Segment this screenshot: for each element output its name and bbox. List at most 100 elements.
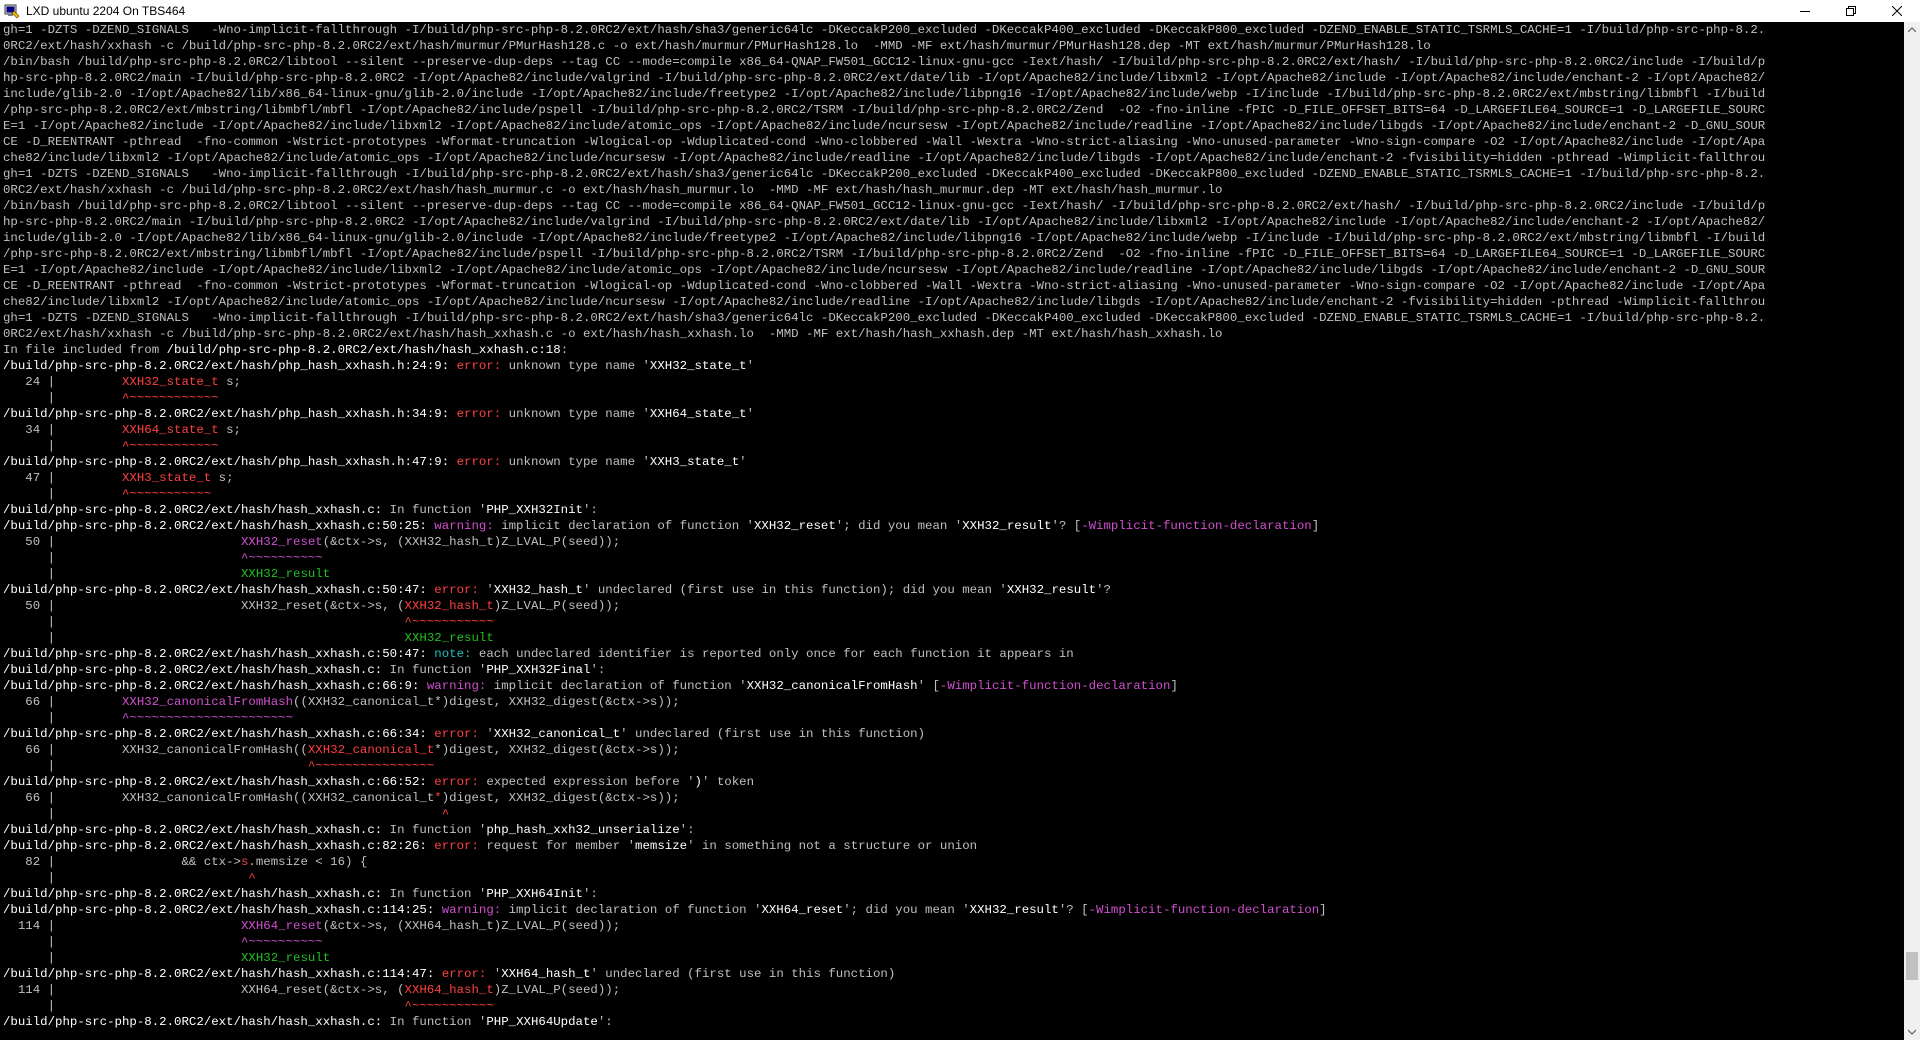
terminal-line: /build/php-src-php-8.2.0RC2/ext/hash/has…: [3, 646, 1904, 662]
terminal-text: /php-src-php-8.2.0RC2/ext/mbstring/libmb…: [3, 247, 1766, 261]
close-button[interactable]: [1874, 0, 1920, 22]
terminal-text: s;: [218, 375, 241, 389]
terminal-text: '; did you mean ': [843, 903, 970, 917]
terminal-line: 50 | XXH32_reset(&ctx->s, (XXH32_hash_t)…: [3, 534, 1904, 550]
terminal-text: unknown type name ': [508, 455, 650, 469]
maximize-icon: [1846, 6, 1856, 16]
terminal-text: each undeclared identifier is reported o…: [478, 647, 1074, 661]
scroll-up-arrow-icon[interactable]: [1904, 22, 1920, 38]
terminal-line: /build/php-src-php-8.2.0RC2/ext/hash/has…: [3, 822, 1904, 838]
close-icon: [1892, 6, 1902, 16]
minimize-button[interactable]: [1782, 0, 1828, 22]
terminal-text: |: [3, 711, 122, 725]
terminal-text: ':: [590, 663, 606, 677]
terminal-line: /build/php-src-php-8.2.0RC2/ext/hash/has…: [3, 726, 1904, 742]
terminal-text: XXH64_hash_t: [404, 983, 494, 997]
terminal-line: E=1 -I/opt/Apache82/include -I/opt/Apach…: [3, 262, 1904, 278]
terminal-line: gh=1 -DZTS -DZEND_SIGNALS -Wno-implicit-…: [3, 166, 1904, 182]
terminal-text: In function ': [382, 1015, 487, 1029]
terminal-text: ): [694, 775, 702, 789]
terminal-text: ':: [597, 1015, 613, 1029]
terminal-line: hp-src-php-8.2.0RC2/main -I/build/php-sr…: [3, 70, 1904, 86]
terminal-text: (&ctx->s, (XXH32_hash_t)Z_LVAL_P(seed));: [322, 535, 621, 549]
scroll-down-arrow-icon[interactable]: [1904, 1024, 1920, 1040]
terminal-line: CE -D_REENTRANT -pthread -fno-common -Ws…: [3, 278, 1904, 294]
terminal-line: /build/php-src-php-8.2.0RC2/ext/hash/has…: [3, 902, 1904, 918]
terminal-line: In file included from /build/php-src-php…: [3, 342, 1904, 358]
terminal-text: 114 |: [3, 919, 241, 933]
title-bar[interactable]: LXD ubuntu 2204 On TBS464: [0, 0, 1920, 22]
terminal-line: /build/php-src-php-8.2.0RC2/ext/hash/has…: [3, 662, 1904, 678]
terminal-text: memsize: [635, 839, 688, 853]
terminal-line: /build/php-src-php-8.2.0RC2/ext/hash/php…: [3, 358, 1904, 374]
terminal-text: /build/php-src-php-8.2.0RC2/ext/hash/has…: [3, 775, 435, 789]
terminal-text: include/glib-2.0 -I/opt/Apache82/lib/x86…: [3, 87, 1766, 101]
terminal-text: )Z_LVAL_P(seed));: [493, 983, 621, 997]
terminal-text: 66 | XXH32_canonicalFromHash((: [3, 743, 308, 757]
terminal-line: | ^~~~~~~~~~~: [3, 550, 1904, 566]
terminal-line: 47 | XXH3_state_t s;: [3, 470, 1904, 486]
terminal-text: CE -D_REENTRANT -pthread -fno-common -Ws…: [3, 135, 1766, 149]
terminal-text: warning:: [434, 519, 502, 533]
terminal-text: request for member ': [486, 839, 636, 853]
terminal-text: ' [: [917, 679, 940, 693]
maximize-button[interactable]: [1828, 0, 1874, 22]
terminal-text: php_hash_xxh32_unserialize: [486, 823, 680, 837]
terminal-line: che82/include/libxml2 -I/opt/Apache82/in…: [3, 150, 1904, 166]
terminal-text: In function ': [382, 823, 487, 837]
terminal-line: 114 | XXH64_reset(&ctx->s, (XXH64_hash_t…: [3, 918, 1904, 934]
terminal-text: -Wimplicit-function-declaration: [1088, 903, 1320, 917]
terminal-line: | ^~~~~~~~~~~~: [3, 998, 1904, 1014]
terminal-text: 47 |: [3, 471, 122, 485]
putty-terminal-icon[interactable]: [4, 3, 20, 19]
terminal-text: XXH32_result: [962, 519, 1052, 533]
terminal-line: | ^~~~~~~~~~~~~: [3, 438, 1904, 454]
minimize-icon: [1800, 11, 1810, 12]
terminal-text: /build/php-src-php-8.2.0RC2/ext/hash/has…: [3, 647, 435, 661]
terminal-text: 0RC2/ext/hash/xxhash -c /build/php-src-p…: [3, 183, 1223, 197]
terminal-text: gh=1 -DZTS -DZEND_SIGNALS -Wno-implicit-…: [3, 23, 1766, 37]
terminal-text: ': [739, 455, 747, 469]
terminal-text: |: [3, 615, 405, 629]
terminal-window: LXD ubuntu 2204 On TBS464 gh=1 -DZTS -DZ…: [0, 0, 1920, 1040]
terminal-text: unknown type name ': [508, 359, 650, 373]
terminal-text: error:: [441, 967, 494, 981]
terminal-text: ((XXH32_canonical_t*)digest, XXH32_diges…: [293, 695, 680, 709]
terminal-text: XXH32_hash_t: [404, 599, 494, 613]
terminal-text: ' undeclared (first use in this function…: [590, 967, 896, 981]
terminal-text: ^~~~~~~~~~~: [240, 551, 323, 565]
terminal-text: ^: [441, 807, 450, 821]
terminal-line: /build/php-src-php-8.2.0RC2/ext/hash/has…: [3, 678, 1904, 694]
terminal-text: XXH64_hash_t: [501, 967, 591, 981]
terminal-line: gh=1 -DZTS -DZEND_SIGNALS -Wno-implicit-…: [3, 22, 1904, 38]
terminal-text: error:: [434, 775, 487, 789]
window-title: LXD ubuntu 2204 On TBS464: [26, 4, 186, 18]
vertical-scrollbar[interactable]: [1904, 22, 1920, 1040]
terminal-line: | XXH32_result: [3, 630, 1904, 646]
terminal-text: error:: [434, 583, 487, 597]
terminal-output[interactable]: gh=1 -DZTS -DZEND_SIGNALS -Wno-implicit-…: [0, 22, 1904, 1040]
terminal-text: /build/php-src-php-8.2.0RC2/ext/hash/has…: [3, 967, 442, 981]
terminal-line: /php-src-php-8.2.0RC2/ext/mbstring/libmb…: [3, 246, 1904, 262]
scrollbar-thumb[interactable]: [1906, 952, 1918, 980]
terminal-text: XXH32_state_t: [121, 375, 219, 389]
terminal-line: 0RC2/ext/hash/xxhash -c /build/php-src-p…: [3, 182, 1904, 198]
terminal-text: /build/php-src-php-8.2.0RC2/ext/hash/has…: [3, 727, 435, 741]
terminal-text: implicit declaration of function ': [493, 679, 747, 693]
terminal-line: | ^~~~~~~~~~~~~~~~~: [3, 758, 1904, 774]
terminal-text: XXH32_result: [1006, 583, 1097, 597]
terminal-text: 50 | XXH32_reset(&ctx->s, (: [3, 599, 405, 613]
terminal-text: In function ': [382, 503, 487, 517]
terminal-text: /bin/bash /build/php-src-php-8.2.0RC2/li…: [3, 199, 1766, 213]
terminal-text: XXH3_state_t: [649, 455, 740, 469]
terminal-text: XXH32_canonicalFromHash: [121, 695, 294, 709]
terminal-text: 0RC2/ext/hash/xxhash -c /build/php-src-p…: [3, 39, 1431, 53]
terminal-text: implicit declaration of function ': [501, 519, 754, 533]
terminal-text: ^~~~~~~~~~~~: [404, 999, 494, 1013]
terminal-text: /build/php-src-php-8.2.0RC2/ext/hash/has…: [3, 663, 383, 677]
terminal-line: 50 | XXH32_reset(&ctx->s, (XXH32_hash_t)…: [3, 598, 1904, 614]
terminal-line: | ^: [3, 870, 1904, 886]
terminal-text: unknown type name ': [508, 407, 650, 421]
terminal-line: | XXH32_result: [3, 566, 1904, 582]
terminal-line: /build/php-src-php-8.2.0RC2/ext/hash/has…: [3, 966, 1904, 982]
